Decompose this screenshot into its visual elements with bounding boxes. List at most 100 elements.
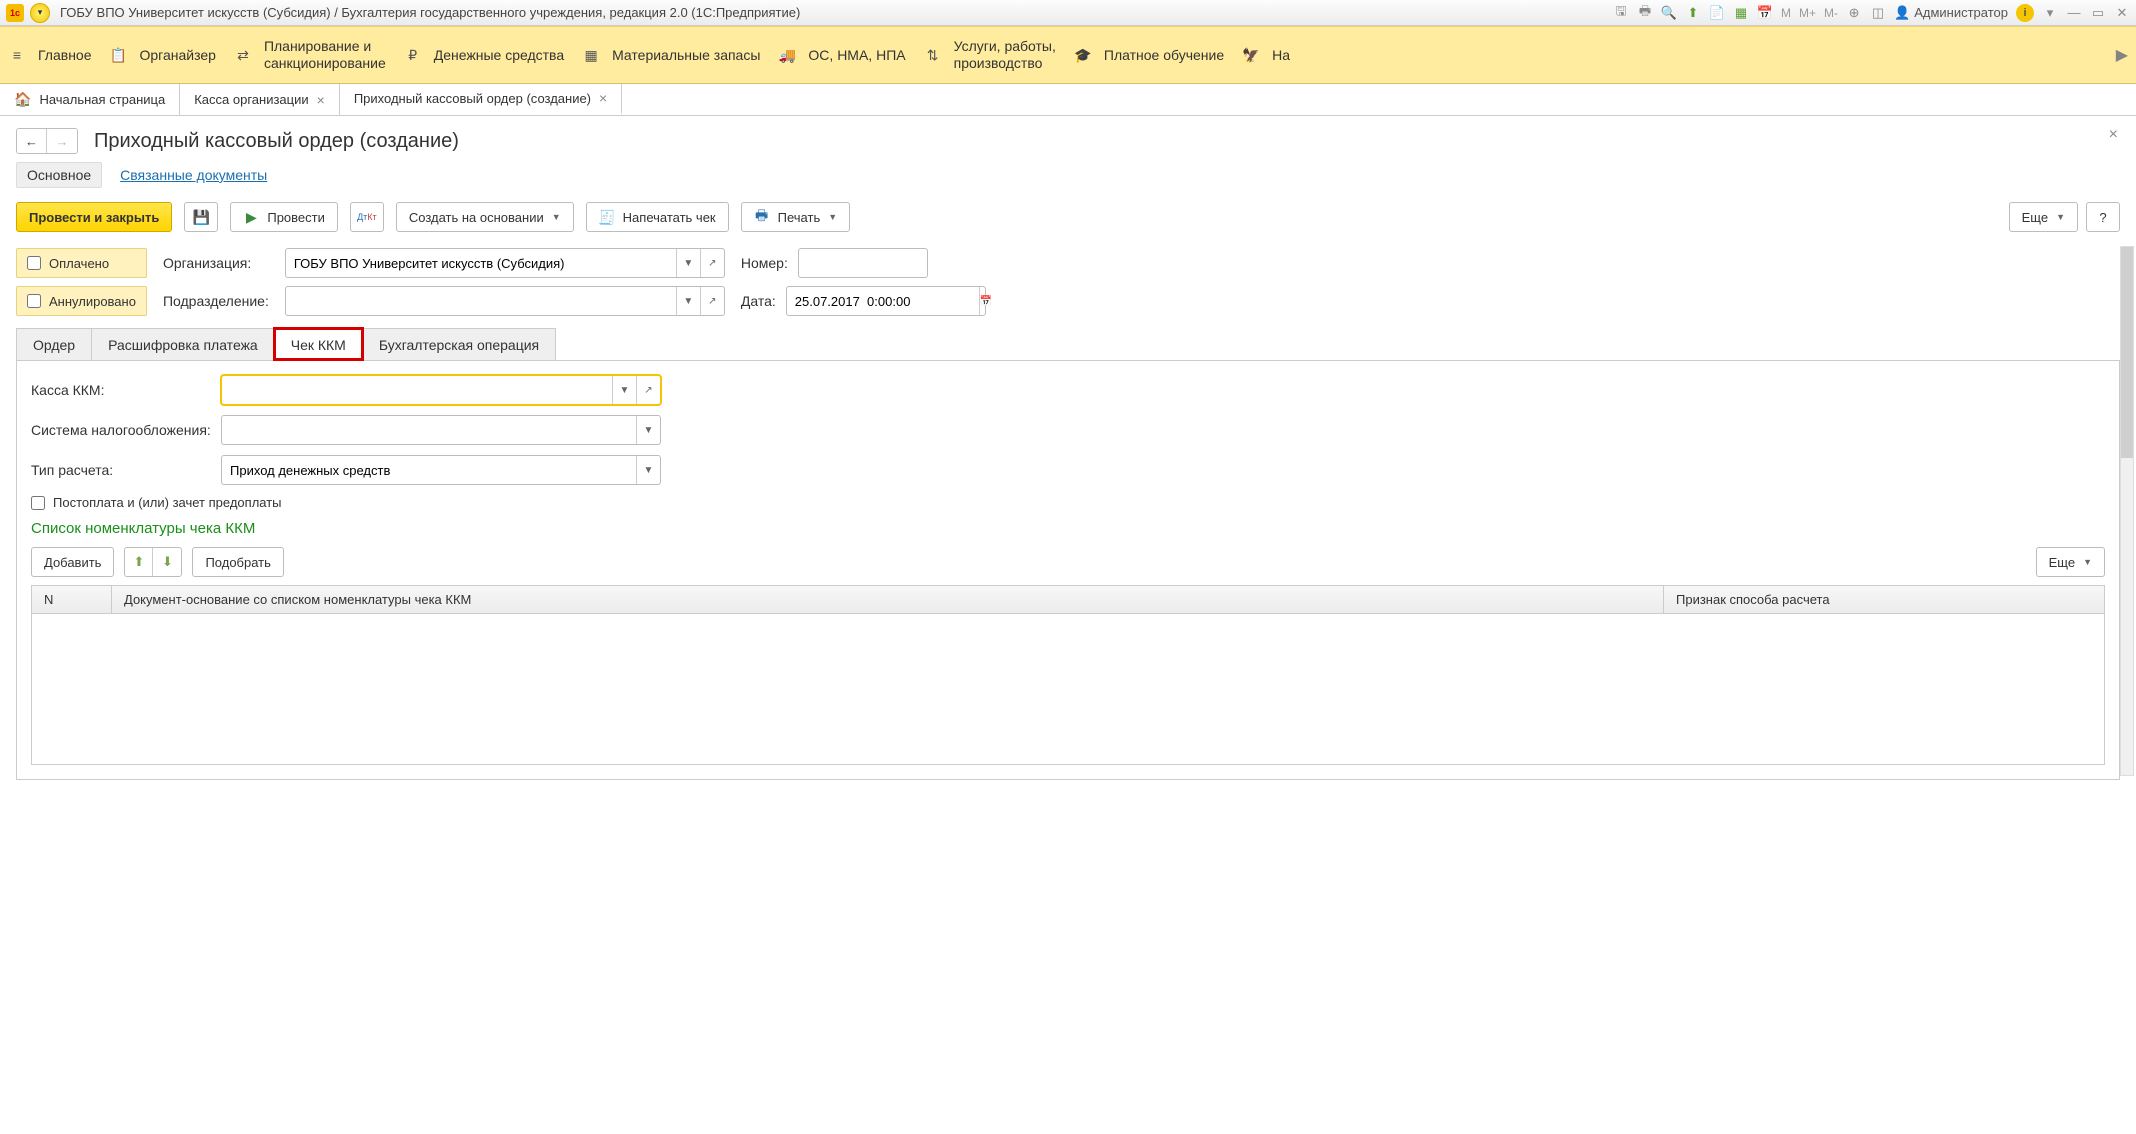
- page-close-icon[interactable]: ×: [2109, 126, 2118, 144]
- panels-icon[interactable]: ◫: [1870, 5, 1886, 21]
- m-button[interactable]: M: [1781, 6, 1791, 20]
- subnav-main[interactable]: Основное: [16, 162, 102, 188]
- kassa-input[interactable]: [222, 376, 612, 404]
- nav-services[interactable]: ⇅Услуги, работы, производство: [924, 38, 1056, 72]
- chevron-down-icon[interactable]: ▼: [636, 456, 660, 484]
- add-button[interactable]: Добавить: [31, 547, 114, 577]
- open-icon[interactable]: ↗: [636, 376, 660, 404]
- pick-button[interactable]: Подобрать: [192, 547, 283, 577]
- nav-scroll-right-icon[interactable]: ▶: [2116, 45, 2128, 65]
- receipt-icon: 🧾: [599, 209, 615, 225]
- create-based-button[interactable]: Создать на основании▼: [396, 202, 574, 232]
- window-title: ГОБУ ВПО Университет искусств (Субсидия)…: [60, 5, 800, 20]
- tab-accounting[interactable]: Бухгалтерская операция: [362, 328, 556, 360]
- calendar-icon[interactable]: 📅: [1757, 5, 1773, 21]
- dtkt-button[interactable]: ДтКт: [350, 202, 384, 232]
- nav-materials[interactable]: ▦Материальные запасы: [582, 46, 760, 64]
- open-icon[interactable]: ↗: [700, 249, 724, 277]
- date-field[interactable]: 📅: [786, 286, 986, 316]
- postpay-label: Постоплата и (или) зачет предоплаты: [53, 495, 282, 510]
- nav-more[interactable]: 🦅На: [1242, 46, 1290, 64]
- nav-money[interactable]: ₽Денежные средства: [404, 46, 564, 64]
- zoom-icon[interactable]: ⊕: [1846, 5, 1862, 21]
- app-menu-dropdown[interactable]: ▾: [30, 3, 50, 23]
- nav-organizer[interactable]: 📋Органайзер: [110, 46, 216, 64]
- forward-button[interactable]: →: [47, 129, 77, 153]
- open-icon[interactable]: ↗: [700, 287, 724, 315]
- nav-planning[interactable]: ⇄Планирование и санкционирование: [234, 38, 386, 72]
- close-icon[interactable]: ×: [599, 90, 607, 106]
- dropdown-icon[interactable]: ▾: [2042, 5, 2058, 21]
- doc-header-form: Оплачено Аннулировано Организация: Подра…: [16, 248, 2120, 316]
- nav-main[interactable]: ≡Главное: [8, 46, 92, 64]
- save-button[interactable]: 💾: [184, 202, 218, 232]
- kassa-field[interactable]: ▼ ↗: [221, 375, 661, 405]
- tab-order[interactable]: Ордер: [16, 328, 92, 360]
- doc-toolbar: Провести и закрыть 💾 ▶Провести ДтКт Созд…: [16, 202, 2120, 232]
- copy-icon[interactable]: 📄: [1709, 5, 1725, 21]
- upload-icon[interactable]: ⬆: [1685, 5, 1701, 21]
- dept-input[interactable]: [286, 287, 676, 315]
- scrollbar-thumb[interactable]: [2121, 247, 2133, 458]
- page-subnav: Основное Связанные документы: [16, 162, 2120, 188]
- info-icon[interactable]: i: [2016, 4, 2034, 22]
- nav-assets[interactable]: 🚚ОС, НМА, НПА: [778, 46, 905, 64]
- vertical-scrollbar[interactable]: [2120, 246, 2134, 776]
- post-button[interactable]: ▶Провести: [230, 202, 338, 232]
- tab-kassa[interactable]: Касса организации×: [180, 84, 340, 115]
- print-icon[interactable]: 🖶: [1637, 5, 1653, 21]
- mminus-button[interactable]: M-: [1824, 6, 1838, 20]
- preview-icon[interactable]: 🔍: [1661, 5, 1677, 21]
- close-icon[interactable]: ✕: [2114, 5, 2130, 21]
- chevron-down-icon[interactable]: ▼: [612, 376, 636, 404]
- table-body[interactable]: [32, 614, 2104, 764]
- number-input[interactable]: [798, 248, 928, 278]
- post-and-close-button[interactable]: Провести и закрыть: [16, 202, 172, 232]
- subnav-related-link[interactable]: Связанные документы: [120, 167, 267, 183]
- move-down-button[interactable]: ⬇: [153, 548, 181, 576]
- col-n[interactable]: N: [32, 586, 112, 613]
- number-label: Номер:: [741, 255, 788, 271]
- chevron-down-icon[interactable]: ▼: [676, 249, 700, 277]
- nav-education[interactable]: 🎓Платное обучение: [1074, 46, 1224, 64]
- col-sign[interactable]: Признак способа расчета: [1664, 586, 2104, 613]
- chevron-down-icon: ▼: [828, 212, 837, 222]
- move-up-button[interactable]: ⬆: [125, 548, 153, 576]
- save-icon[interactable]: 🖫: [1613, 5, 1629, 21]
- date-input[interactable]: [787, 287, 979, 315]
- maximize-icon[interactable]: ▭: [2090, 5, 2106, 21]
- calc-field[interactable]: ▼: [221, 455, 661, 485]
- calendar-icon[interactable]: 📅: [979, 287, 992, 315]
- menu-icon: ≡: [8, 46, 26, 64]
- dept-field[interactable]: ▼ ↗: [285, 286, 725, 316]
- tax-field[interactable]: ▼: [221, 415, 661, 445]
- minimize-icon[interactable]: —: [2066, 5, 2082, 21]
- postpay-checkbox[interactable]: [31, 496, 45, 510]
- org-input[interactable]: [286, 249, 676, 277]
- plan-icon: ⇄: [234, 46, 252, 64]
- calc-label: Тип расчета:: [31, 462, 211, 478]
- tab-home[interactable]: 🏠Начальная страница: [0, 84, 180, 115]
- print-check-button[interactable]: 🧾Напечатать чек: [586, 202, 729, 232]
- chevron-down-icon[interactable]: ▼: [676, 287, 700, 315]
- tab-payment-detail[interactable]: Расшифровка платежа: [91, 328, 275, 360]
- print-button[interactable]: 🖶Печать▼: [741, 202, 851, 232]
- tax-input[interactable]: [222, 416, 636, 444]
- cancelled-checkbox[interactable]: Аннулировано: [16, 286, 147, 316]
- chevron-down-icon: ▼: [552, 212, 561, 222]
- help-button[interactable]: ?: [2086, 202, 2120, 232]
- chevron-down-icon[interactable]: ▼: [636, 416, 660, 444]
- back-button[interactable]: ←: [17, 129, 47, 153]
- org-field[interactable]: ▼ ↗: [285, 248, 725, 278]
- tab-order[interactable]: Приходный кассовый ордер (создание)×: [340, 84, 622, 115]
- col-doc[interactable]: Документ-основание со списком номенклату…: [112, 586, 1664, 613]
- calc-input[interactable]: [222, 456, 636, 484]
- calculator-icon[interactable]: ▦: [1733, 5, 1749, 21]
- paid-checkbox[interactable]: Оплачено: [16, 248, 147, 278]
- user-label[interactable]: 👤 Администратор: [1894, 5, 2008, 21]
- list-more-button[interactable]: Еще▼: [2036, 547, 2105, 577]
- tab-check-kkm[interactable]: Чек ККМ: [274, 328, 363, 360]
- close-icon[interactable]: ×: [317, 92, 325, 108]
- mplus-button[interactable]: M+: [1799, 6, 1816, 20]
- more-button[interactable]: Еще▼: [2009, 202, 2078, 232]
